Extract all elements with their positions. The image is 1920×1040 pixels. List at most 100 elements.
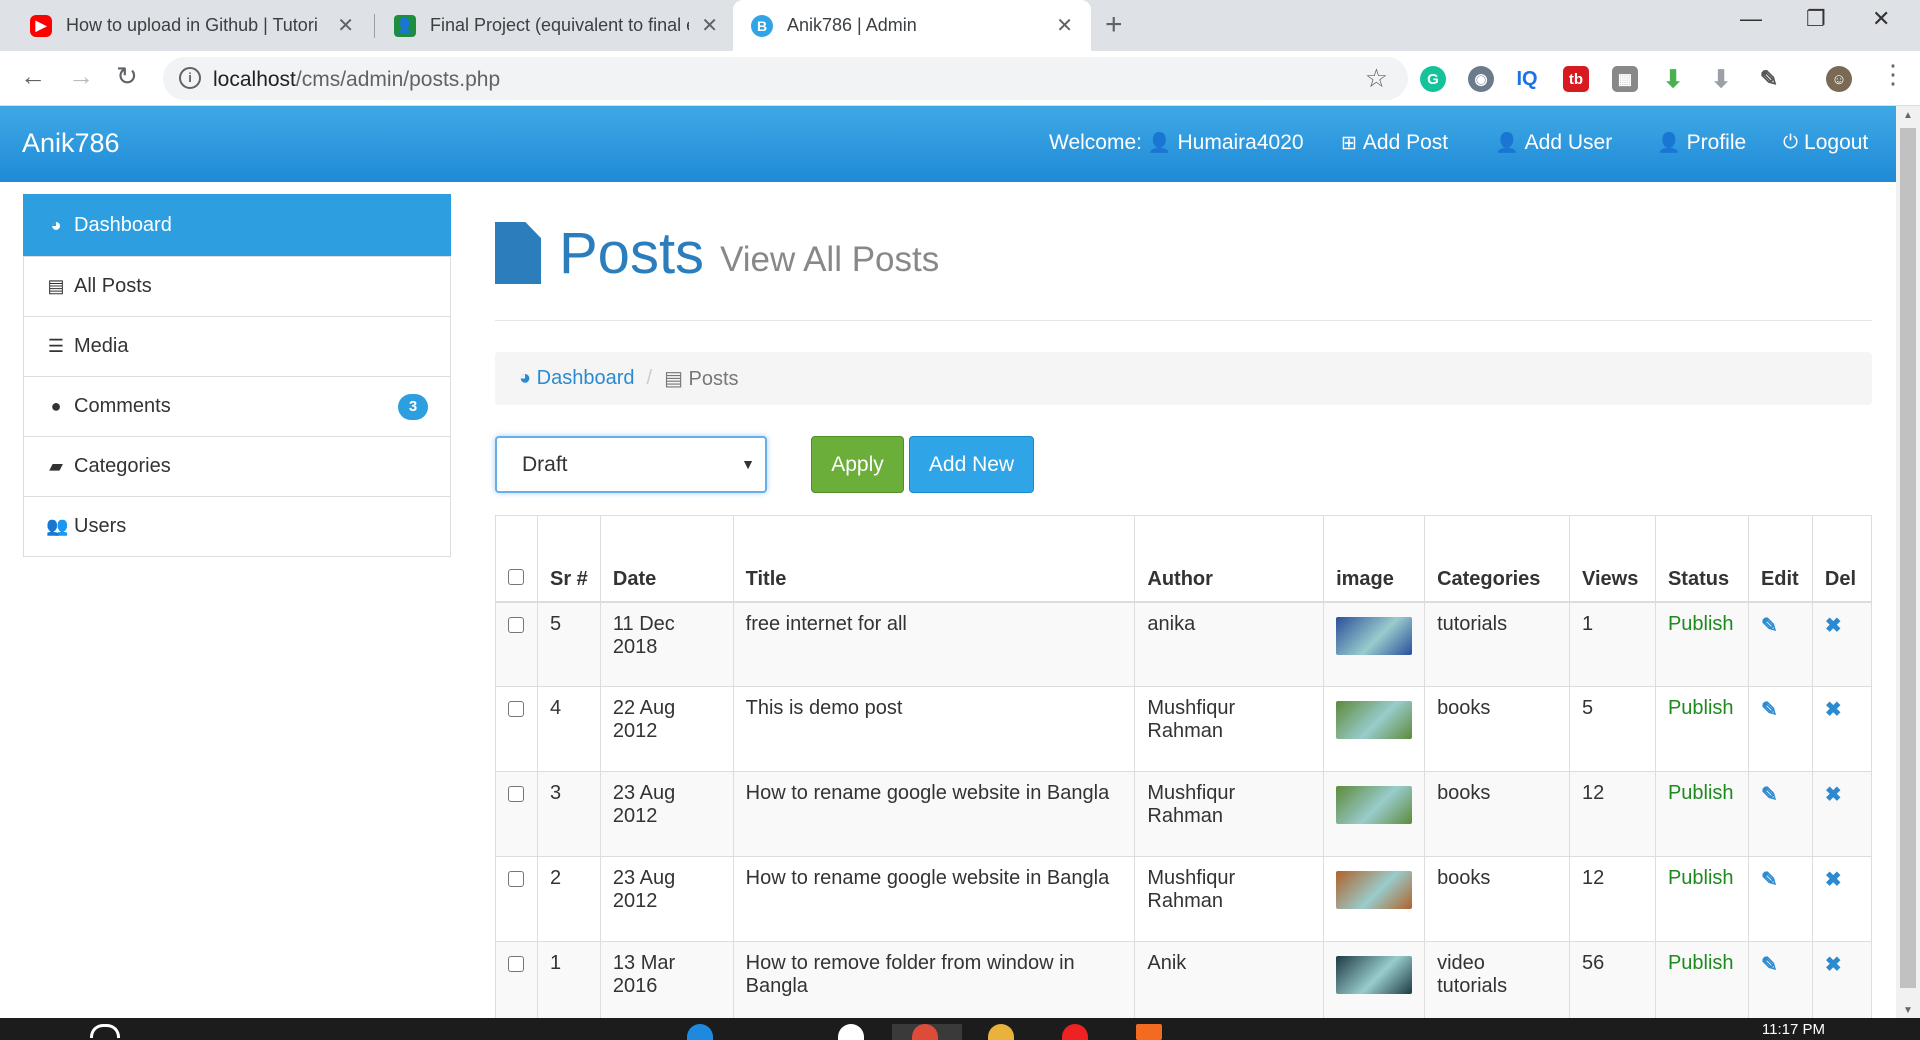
restore-icon[interactable]: ❐	[1806, 6, 1826, 32]
author-cell: Anik	[1134, 941, 1325, 1027]
reload-icon[interactable]: ↻	[116, 61, 138, 92]
eyedropper-icon[interactable]: ✎	[1756, 66, 1782, 92]
store-icon[interactable]	[838, 1024, 864, 1040]
row-checkbox[interactable]	[508, 871, 524, 887]
row-checkbox[interactable]	[508, 701, 524, 717]
delete-x-icon[interactable]: ✖	[1825, 615, 1842, 637]
minimize-icon[interactable]: —	[1740, 6, 1762, 32]
sidebar-item-media[interactable]: ☰ Media	[23, 316, 451, 377]
info-icon[interactable]: i	[179, 67, 201, 89]
column-header: Categories	[1424, 515, 1570, 603]
scroll-up-icon[interactable]: ▲	[1903, 110, 1913, 121]
add-new-button[interactable]: Add New	[909, 436, 1034, 493]
row-select-cell	[495, 941, 538, 1027]
sublime-icon[interactable]	[1136, 1024, 1162, 1040]
category-cell: tutorials	[1424, 601, 1570, 687]
browser-tab-3[interactable]: B Anik786 | Admin ✕	[733, 0, 1091, 51]
youtube-icon: ▶	[30, 14, 52, 37]
select-all-cell	[495, 515, 538, 603]
close-tab-icon[interactable]: ✕	[337, 13, 354, 38]
pencil-icon[interactable]: ✎	[1761, 954, 1778, 976]
add-post-link[interactable]: ⊞ Add Post	[1341, 131, 1448, 155]
bookmark-star-icon[interactable]: ☆	[1365, 63, 1388, 94]
browser-tab-1[interactable]: ▶ How to upload in Github | Tutori ✕	[12, 0, 372, 51]
forward-icon[interactable]: →	[68, 61, 94, 92]
pencil-icon[interactable]: ✎	[1761, 699, 1778, 721]
database-icon: ☰	[47, 336, 65, 356]
title-cell: How to remove folder from window in Bang…	[732, 941, 1136, 1027]
add-user-link[interactable]: 👤 Add User	[1495, 131, 1612, 155]
file-icon	[495, 222, 541, 284]
download-extension-icon[interactable]: ⬇	[1660, 66, 1686, 93]
iq-extension-icon[interactable]: IQ	[1514, 66, 1540, 92]
close-tab-icon[interactable]: ✕	[1056, 13, 1073, 38]
edit-cell: ✎	[1747, 941, 1813, 1027]
close-tab-icon[interactable]: ✕	[701, 13, 718, 38]
search-icon[interactable]	[90, 1024, 120, 1038]
close-window-icon[interactable]: ✕	[1872, 6, 1890, 32]
pencil-icon[interactable]: ✎	[1761, 869, 1778, 891]
status-cell: Publish	[1654, 771, 1749, 857]
opera-icon[interactable]	[1062, 1024, 1088, 1040]
profile-link[interactable]: 👤 Profile	[1657, 131, 1746, 155]
url-text[interactable]: localhost/cms/admin/posts.php	[213, 68, 500, 92]
sidebar-item-users[interactable]: 👥 Users	[23, 496, 451, 557]
download-manager-icon[interactable]: ⬇	[1708, 66, 1734, 93]
bulk-action-select[interactable]: Draft ▼	[495, 436, 767, 493]
sr-cell: 1	[536, 941, 601, 1027]
row-checkbox[interactable]	[508, 956, 524, 972]
edge-icon[interactable]	[687, 1024, 713, 1040]
bulk-action-value: Draft	[522, 453, 568, 476]
row-select-cell	[495, 601, 538, 687]
sidebar-item-dashboard[interactable]: ◕ Dashboard	[23, 194, 451, 257]
date-cell: 23 Aug 2012	[599, 771, 734, 857]
os-taskbar: 11:17 PM	[0, 1018, 1920, 1040]
brand-logo[interactable]: Anik786	[22, 128, 120, 159]
author-cell: Mushfiqur Rahman	[1134, 856, 1325, 942]
eye-extension-icon[interactable]: ◉	[1468, 66, 1494, 92]
new-tab-icon[interactable]: +	[1105, 8, 1123, 42]
table-row: 5 11 Dec 2018 free internet for all anik…	[495, 601, 1873, 687]
status-cell: Publish	[1654, 941, 1749, 1027]
delete-x-icon[interactable]: ✖	[1825, 699, 1842, 721]
post-thumbnail	[1336, 786, 1413, 824]
column-header: Edit	[1747, 515, 1813, 603]
file-explorer-icon[interactable]	[988, 1024, 1014, 1040]
select-all-checkbox[interactable]	[508, 568, 524, 585]
scrollbar-thumb[interactable]	[1900, 128, 1916, 988]
delete-cell: ✖	[1811, 601, 1873, 687]
sidebar-item-comments[interactable]: ● Comments 3	[23, 376, 451, 437]
vertical-scrollbar[interactable]: ▲ ▼	[1896, 106, 1920, 1018]
row-checkbox[interactable]	[508, 786, 524, 802]
sidebar-item-all-posts[interactable]: ▤ All Posts	[23, 256, 451, 317]
scroll-down-icon[interactable]: ▼	[1903, 1005, 1913, 1016]
logout-link[interactable]: ⏻ Logout	[1783, 131, 1868, 155]
tb-extension-icon[interactable]: tb	[1563, 66, 1589, 92]
breadcrumb-dashboard-link[interactable]: ◕ Dashboard	[519, 367, 635, 390]
breadcrumb-home-label: Dashboard	[536, 367, 635, 389]
column-header: Title	[732, 515, 1136, 603]
views-cell: 12	[1568, 771, 1656, 857]
menu-dots-icon[interactable]: ⋮	[1880, 59, 1906, 90]
delete-x-icon[interactable]: ✖	[1825, 869, 1842, 891]
back-icon[interactable]: ←	[20, 61, 46, 92]
game-extension-icon[interactable]: ▦	[1612, 66, 1638, 92]
edit-cell: ✎	[1747, 856, 1813, 942]
table-row: 1 13 Mar 2016 How to remove folder from …	[495, 941, 1873, 1027]
status-cell: Publish	[1654, 856, 1749, 942]
clock: 11:17 PM	[1761, 1021, 1825, 1038]
table-row: 4 22 Aug 2012 This is demo post Mushfiqu…	[495, 686, 1873, 772]
pencil-icon[interactable]: ✎	[1761, 615, 1778, 637]
apply-button[interactable]: Apply	[811, 436, 904, 493]
sidebar-item-categories[interactable]: ▰ Categories	[23, 436, 451, 497]
address-bar[interactable]: i localhost/cms/admin/posts.php ☆	[163, 57, 1408, 100]
grammarly-icon[interactable]: G	[1420, 66, 1446, 92]
browser-tab-2[interactable]: 👤 Final Project (equivalent to final e ✕	[376, 0, 736, 51]
row-checkbox[interactable]	[508, 616, 524, 633]
table-header-row: Sr # Date Title Author image Categories …	[495, 515, 1873, 603]
pencil-icon[interactable]: ✎	[1761, 784, 1778, 806]
profile-avatar-icon[interactable]: ☺	[1826, 66, 1852, 92]
delete-x-icon[interactable]: ✖	[1825, 784, 1842, 806]
post-thumbnail	[1336, 956, 1413, 994]
delete-x-icon[interactable]: ✖	[1825, 954, 1842, 976]
